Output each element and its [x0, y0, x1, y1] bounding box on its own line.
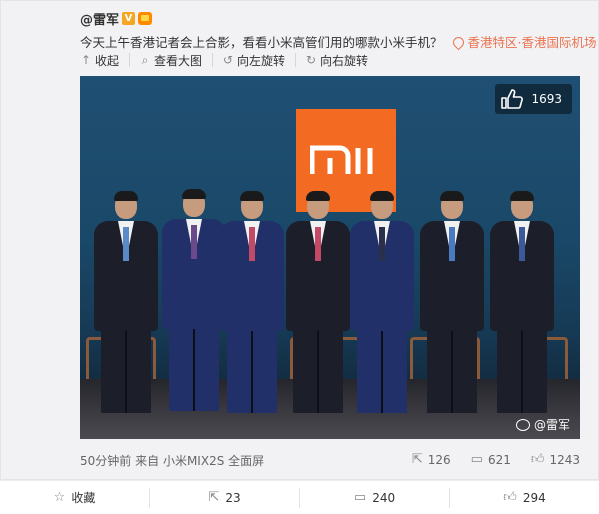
image-repost-button[interactable]: ⇱ 126 — [412, 452, 451, 467]
repost-count: 23 — [225, 490, 241, 505]
like-button[interactable]: 👍︎ 294 — [450, 488, 599, 508]
thumbs-up-icon — [501, 89, 524, 109]
post-header: @雷军 V — [80, 9, 153, 28]
post-action-bar: ☆ 收藏 ⇱ 23 ▭ 240 👍︎ 294 — [0, 480, 599, 514]
post-content: 今天上午香港记者会上合影，看看小米高管们用的哪款小米手机？ — [80, 35, 443, 50]
favorite-label: 收藏 — [71, 491, 96, 505]
image-watermark: @雷军 — [515, 416, 570, 433]
image-comment-count: 621 — [487, 452, 511, 467]
view-large-button[interactable]: ⌕ 查看大图 — [139, 52, 214, 68]
username-link[interactable]: @雷军 — [80, 9, 119, 28]
rotate-right-button[interactable]: ↻ 向右旋转 — [305, 53, 378, 68]
post-meta: 50分钟前 来自 小米MIX2S 全面屏 — [80, 452, 264, 469]
favorite-button[interactable]: ☆ 收藏 — [0, 487, 150, 508]
image-stats: ⇱ 126 ▭ 621 👍︎ 1243 — [412, 452, 580, 467]
watermark-text: @雷军 — [533, 418, 570, 432]
repost-icon: ⇱ — [411, 452, 423, 467]
location-link[interactable]: 香港特区·香港国际机场 — [467, 35, 596, 50]
repost-icon: ⇱ — [208, 490, 220, 505]
device-link[interactable]: 小米MIX2S 全面屏 — [163, 454, 264, 468]
person — [220, 191, 284, 413]
weibo-post-card: @雷军 V 今天上午香港记者会上合影，看看小米高管们用的哪款小米手机？ 香港特区… — [0, 0, 599, 480]
post-time[interactable]: 50分钟前 — [80, 454, 131, 468]
weibo-logo-icon — [515, 418, 530, 431]
person — [490, 191, 554, 413]
image-like-button[interactable]: 1693 — [495, 84, 572, 114]
person — [350, 191, 414, 413]
thumbs-up-icon: 👍︎ — [530, 452, 545, 467]
like-count: 294 — [522, 490, 546, 505]
comment-icon: ▭ — [353, 490, 367, 505]
from-label: 来自 — [135, 454, 160, 468]
collapse-label: 收起 — [95, 53, 120, 68]
post-text: 今天上午香港记者会上合影，看看小米高管们用的哪款小米手机？ 香港特区·香港国际机… — [80, 32, 596, 51]
repost-button[interactable]: ⇱ 23 — [150, 487, 300, 508]
person — [286, 191, 350, 413]
person — [94, 191, 158, 413]
rotate-right-label: 向右旋转 — [320, 53, 369, 68]
collapse-button[interactable]: ↑ 收起 — [80, 53, 131, 68]
person — [420, 191, 484, 413]
image-like-count: 1693 — [531, 92, 562, 106]
comment-icon: ▭ — [470, 452, 483, 467]
location-icon — [453, 37, 462, 48]
image-toolbar: ↑ 收起 ⌕ 查看大图 ↺ 向左旋转 ↻ 向右旋转 — [80, 52, 387, 68]
image-repost-count: 126 — [427, 452, 451, 467]
image-comment-button[interactable]: ▭ 621 — [471, 452, 511, 467]
search-icon: ⌕ — [141, 52, 149, 67]
comment-button[interactable]: ▭ 240 — [300, 487, 450, 508]
view-large-label: 查看大图 — [154, 53, 203, 68]
thumbs-up-icon: 👍︎ — [503, 490, 517, 505]
rotate-right-icon: ↻ — [306, 53, 317, 67]
brand-logo-mark — [310, 145, 373, 174]
rotate-left-label: 向左旋转 — [237, 53, 286, 68]
post-photo[interactable]: 1693 @雷军 — [80, 76, 580, 439]
crown-icon — [138, 12, 153, 25]
rotate-left-button[interactable]: ↺ 向左旋转 — [222, 53, 297, 68]
comment-count: 240 — [372, 490, 396, 505]
arrow-up-icon: ↑ — [80, 53, 92, 67]
image-like-stat-count: 1243 — [549, 452, 580, 467]
verified-badge-icon: V — [122, 12, 136, 25]
star-icon: ☆ — [53, 490, 66, 505]
person — [162, 189, 226, 411]
rotate-left-icon: ↺ — [223, 53, 234, 67]
image-like-stat-button[interactable]: 👍︎ 1243 — [531, 452, 580, 467]
